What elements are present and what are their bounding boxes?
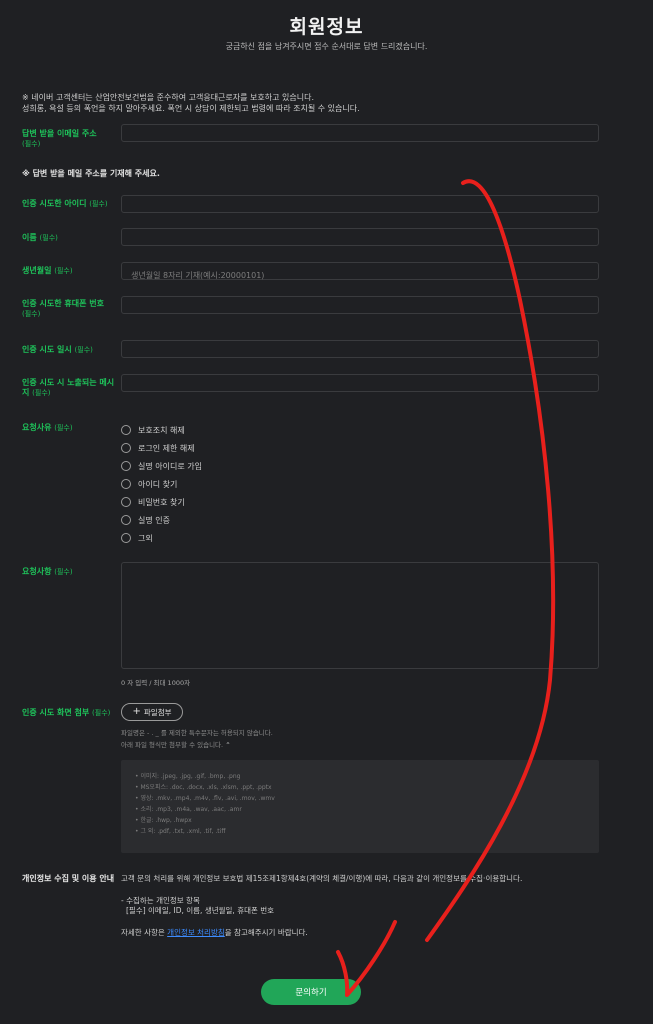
privacy-line-4: 자세한 사항은 개인정보 처리방침을 참고해주시기 바랍니다. xyxy=(121,928,621,938)
user-id-label-text: 인증 시도한 아이디 xyxy=(22,199,87,208)
file-help: 파일명은 - . _ 를 제외한 특수문자는 허용되지 않습니다. 아래 파일 … xyxy=(121,727,273,751)
privacy-line-4-pre: 자세한 사항은 xyxy=(121,928,168,937)
attempt-time-label: 인증 시도 일시 (필수) xyxy=(22,345,118,355)
reason-option-label: 로그인 제한 해제 xyxy=(138,443,195,453)
user-id-field-box xyxy=(121,195,599,217)
page-subtitle: 궁금하신 점을 남겨주시면 접수 순서대로 답변 드리겠습니다. xyxy=(225,42,428,51)
radio-icon[interactable] xyxy=(121,461,131,471)
required-tag: (필수) xyxy=(54,424,73,432)
page-title: 회원정보 xyxy=(289,16,364,38)
email-note: ※ 답변 받을 메일 주소를 기재해 주세요. xyxy=(22,169,160,178)
request-label: 요청사항 (필수) xyxy=(22,567,118,577)
user-id-field[interactable] xyxy=(122,200,598,217)
phone-label: 인증 시도한 휴대폰 번호 (필수) xyxy=(22,299,118,319)
email-field[interactable] xyxy=(122,129,598,146)
email-label-text: 답변 받을 이메일 주소 xyxy=(22,129,97,138)
required-tag: (필수) xyxy=(39,234,58,242)
birthdate-field[interactable] xyxy=(122,267,598,284)
privacy-line-1: 고객 문의 처리를 위해 개인정보 보호법 제15조제1항제4호(계약의 체결/… xyxy=(121,874,523,883)
required-tag: (필수) xyxy=(54,267,73,275)
birthdate-label: 생년월일 (필수) xyxy=(22,266,118,276)
file-help-line-2-text: 아래 파일 형식만 첨부할 수 있습니다. xyxy=(121,741,224,749)
file-attach-button[interactable]: + 파일첨부 xyxy=(121,703,183,721)
privacy-label: 개인정보 수집 및 이용 안내 xyxy=(22,874,115,883)
message-label: 인증 시도 시 노출되는 메시지 (필수) xyxy=(22,378,118,398)
char-counter: 0 자 입력 / 최대 1000자 xyxy=(121,679,191,687)
file-formats-box: • 이미지: .jpeg, .jpg, .gif, .bmp, .png • M… xyxy=(121,760,599,853)
attachment-label-text: 인증 시도 화면 첨부 xyxy=(22,708,90,717)
email-field-box xyxy=(121,124,599,146)
request-label-text: 요청사항 xyxy=(22,567,52,576)
privacy-line-3: [필수] 이메일, ID, 이름, 생년월일, 휴대폰 번호 xyxy=(126,906,275,915)
attempt-time-field[interactable] xyxy=(122,345,598,362)
notice-text: ※ 네이버 고객센터는 산업안전보건법을 준수하여 고객응대근로자를 보호하고 … xyxy=(22,92,622,114)
privacy-line-4-post: 을 참고해주시기 바랍니다. xyxy=(224,928,308,937)
notice-line-2: 성희롱, 욕설 등의 폭언을 하지 말아주세요. 폭언 시 상담이 제한되고 법… xyxy=(22,104,360,113)
reason-option[interactable]: 그외 xyxy=(121,529,202,547)
reason-option-label: 그외 xyxy=(138,533,153,543)
radio-icon[interactable] xyxy=(121,533,131,543)
file-help-line-2[interactable]: 아래 파일 형식만 첨부할 수 있습니다. ⌃ xyxy=(121,739,273,751)
required-tag: (필수) xyxy=(54,568,73,576)
reason-option[interactable]: 비밀번호 찾기 xyxy=(121,493,202,511)
reason-option[interactable]: 아이디 찾기 xyxy=(121,475,202,493)
reason-option-label: 보호조치 해제 xyxy=(138,425,185,435)
reason-label-text: 요청사유 xyxy=(22,423,52,432)
reason-radio-group: 보호조치 해제 로그인 제한 해제 실명 아이디로 가입 아이디 찾기 비밀번호… xyxy=(121,421,202,547)
reason-option[interactable]: 실명 인증 xyxy=(121,511,202,529)
notice-line-1: ※ 네이버 고객센터는 산업안전보건법을 준수하여 고객응대근로자를 보호하고 … xyxy=(22,93,315,102)
name-field[interactable] xyxy=(122,233,598,250)
format-item: • 한글: .hwp, .hwpx xyxy=(135,817,192,824)
file-help-line-1: 파일명은 - . _ 를 제외한 특수문자는 허용되지 않습니다. xyxy=(121,729,273,737)
attachment-label: 인증 시도 화면 첨부 (필수) xyxy=(22,708,122,718)
format-item: • 소리: .mp3, .m4a, .wav, .aac, .amr xyxy=(135,806,242,813)
message-field[interactable] xyxy=(122,379,598,396)
reason-option[interactable]: 보호조치 해제 xyxy=(121,421,202,439)
plus-icon: + xyxy=(132,706,141,717)
request-textarea[interactable] xyxy=(121,562,599,669)
format-item: • 그 외: .pdf, .txt, .xml, .tif, .tiff xyxy=(135,828,226,835)
reason-option-label: 아이디 찾기 xyxy=(138,479,178,489)
privacy-line-2: - 수집하는 개인정보 항목 xyxy=(121,896,200,905)
radio-icon[interactable] xyxy=(121,443,131,453)
radio-icon[interactable] xyxy=(121,497,131,507)
reason-option-label: 실명 아이디로 가입 xyxy=(138,461,202,471)
format-item: • 영상: .mkv, .mp4, .m4v, .flv, .avi, .mov… xyxy=(135,795,275,802)
name-field-box xyxy=(121,228,599,250)
message-field-box xyxy=(121,374,599,396)
attempt-time-label-text: 인증 시도 일시 xyxy=(22,345,72,354)
attempt-time-field-box xyxy=(121,340,599,362)
format-item: • MS오피스: .doc, .docx, .xls, .xlsm, .ppt,… xyxy=(135,784,272,791)
reason-option-label: 실명 인증 xyxy=(138,515,170,525)
birthdate-field-box xyxy=(121,262,599,284)
radio-icon[interactable] xyxy=(121,515,131,525)
required-tag: (필수) xyxy=(32,389,51,397)
user-id-label: 인증 시도한 아이디 (필수) xyxy=(22,199,122,209)
phone-field[interactable] xyxy=(122,301,598,318)
reason-option[interactable]: 실명 아이디로 가입 xyxy=(121,457,202,475)
privacy-policy-link[interactable]: 개인정보 처리방침 xyxy=(167,928,225,937)
submit-button[interactable]: 문의하기 xyxy=(261,979,361,1005)
required-tag: (필수) xyxy=(74,346,93,354)
privacy-text: 고객 문의 처리를 위해 개인정보 보호법 제15조제1항제4호(계약의 체결/… xyxy=(121,874,621,938)
name-label-text: 이름 xyxy=(22,233,37,242)
required-tag: (필수) xyxy=(22,310,41,318)
required-tag: (필수) xyxy=(92,709,111,717)
required-tag: (필수) xyxy=(22,140,41,148)
format-item: • 이미지: .jpeg, .jpg, .gif, .bmp, .png xyxy=(135,773,241,780)
chevron-up-icon[interactable]: ⌃ xyxy=(225,741,230,749)
phone-label-text: 인증 시도한 휴대폰 번호 xyxy=(22,299,104,308)
name-label: 이름 (필수) xyxy=(22,233,118,243)
reason-option-label: 비밀번호 찾기 xyxy=(138,497,185,507)
birthdate-label-text: 생년월일 xyxy=(22,266,52,275)
reason-label: 요청사유 (필수) xyxy=(22,423,118,433)
radio-icon[interactable] xyxy=(121,425,131,435)
file-attach-label: 파일첨부 xyxy=(143,707,172,717)
phone-field-box xyxy=(121,296,599,318)
required-tag: (필수) xyxy=(89,200,108,208)
reason-option[interactable]: 로그인 제한 해제 xyxy=(121,439,202,457)
red-arrow-annotation xyxy=(336,179,556,997)
email-label: 답변 받을 이메일 주소 (필수) xyxy=(22,129,118,149)
radio-icon[interactable] xyxy=(121,479,131,489)
